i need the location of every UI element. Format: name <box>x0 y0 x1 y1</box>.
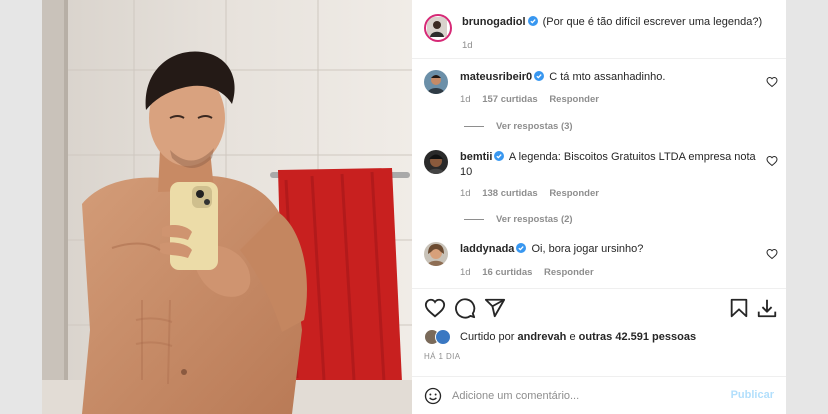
verified-badge-icon <box>494 151 505 161</box>
comment-meta: 1d 138 curtidas Responder <box>460 188 608 199</box>
reply-button[interactable]: Responder <box>549 188 599 199</box>
comment-item: bemtii A legenda: Biscoitos Gratuitos LT… <box>412 148 786 238</box>
comment-heart-icon[interactable] <box>766 155 778 167</box>
send-icon[interactable] <box>484 297 506 319</box>
likes-summary: Curtido por andrevah e outras 42.591 pes… <box>424 328 774 346</box>
likes-others[interactable]: outras 42.591 pessoas <box>579 331 696 343</box>
commenter-username[interactable]: bemtii <box>460 151 492 163</box>
emoji-icon[interactable] <box>424 387 442 405</box>
comment-likes[interactable]: 16 curtidas <box>482 267 532 278</box>
comment-text: C tá mto assanhadinho. <box>549 71 666 83</box>
download-icon[interactable] <box>756 297 778 319</box>
commenter-avatar[interactable] <box>424 70 448 94</box>
comment-item: mateusribeir0 C tá mto assanhadinho. 1d … <box>412 66 786 146</box>
comment-meta: 1d 157 curtidas Responder <box>460 94 608 105</box>
comment-heart-icon[interactable] <box>766 76 778 88</box>
comment-time: 1d <box>460 94 471 105</box>
comment-time: 1d <box>460 267 471 278</box>
comment-item: laddynada Oi, bora jogar ursinho? 1d 16 … <box>412 240 786 284</box>
caption-meta: 1d <box>462 40 482 51</box>
commenter-avatar[interactable] <box>424 150 448 174</box>
publish-button[interactable]: Publicar <box>731 389 774 401</box>
liker-avatar[interactable] <box>435 329 451 345</box>
bookmark-icon[interactable] <box>728 297 750 319</box>
comment-input[interactable] <box>452 387 712 405</box>
verified-badge-icon <box>516 243 527 253</box>
left-backdrop <box>0 0 42 414</box>
replies-line <box>464 219 484 220</box>
commenter-username[interactable]: laddynada <box>460 243 514 255</box>
view-replies-label: Ver respostas (2) <box>496 214 573 225</box>
post-date[interactable]: HÁ 1 DIA <box>424 352 461 361</box>
caption-text: (Por que é tão difícil escrever uma lege… <box>542 16 763 28</box>
commenter-avatar[interactable] <box>424 242 448 266</box>
caption-time: 1d <box>462 40 473 51</box>
comment-likes[interactable]: 138 curtidas <box>482 188 537 199</box>
commenter-username[interactable]: mateusribeir0 <box>460 71 532 83</box>
verified-badge-icon <box>534 71 545 81</box>
replies-line <box>464 126 484 127</box>
verified-badge-icon <box>527 16 538 26</box>
post-image[interactable] <box>42 0 412 414</box>
comment-text: Oi, bora jogar ursinho? <box>531 243 644 255</box>
view-replies-button[interactable]: Ver respostas (3) <box>464 121 573 132</box>
author-avatar[interactable] <box>424 14 452 42</box>
comment-likes[interactable]: 157 curtidas <box>482 94 537 105</box>
comment-time: 1d <box>460 188 471 199</box>
header-divider <box>412 58 786 59</box>
likes-prefix: Curtido por <box>460 331 515 343</box>
likers-avatars <box>424 329 454 345</box>
reply-button[interactable]: Responder <box>549 94 599 105</box>
right-backdrop <box>786 0 828 414</box>
comment-meta: 1d 16 curtidas Responder <box>460 267 603 278</box>
heart-icon[interactable] <box>424 297 446 319</box>
view-replies-button[interactable]: Ver respostas (2) <box>464 214 573 225</box>
post-side-panel: brunogadiol (Por que é tão difícil escre… <box>412 0 786 414</box>
view-replies-label: Ver respostas (3) <box>496 121 573 132</box>
comment-icon[interactable] <box>454 297 476 319</box>
caption-row: brunogadiol (Por que é tão difícil escre… <box>424 14 774 54</box>
action-bar <box>424 297 777 321</box>
actions-divider <box>412 288 786 289</box>
author-username[interactable]: brunogadiol <box>462 16 526 28</box>
likes-user[interactable]: andrevah <box>517 331 566 343</box>
likes-middle: e <box>569 331 576 343</box>
comment-heart-icon[interactable] <box>766 248 778 260</box>
reply-button[interactable]: Responder <box>544 267 594 278</box>
comment-composer: Publicar <box>412 376 786 414</box>
